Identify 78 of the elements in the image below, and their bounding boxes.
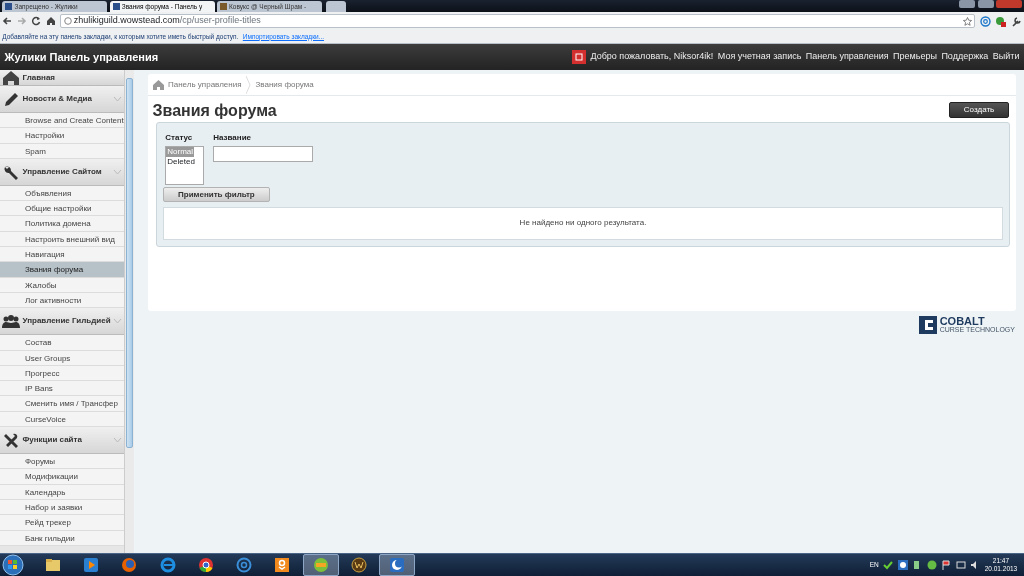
name-label: Название: [213, 131, 252, 144]
tools-icon: [2, 432, 21, 449]
chevron-icon: [112, 318, 122, 325]
wrench-icon: [2, 163, 21, 180]
avatar-icon: [571, 50, 586, 64]
pencil-icon: [2, 91, 21, 107]
sidebar-section-header[interactable]: Главная: [0, 70, 124, 86]
reload-icon[interactable]: [31, 16, 42, 26]
sidebar-item[interactable]: Модификации: [0, 469, 124, 485]
breadcrumb-link[interactable]: Звания форума: [255, 78, 314, 91]
sidebar-item[interactable]: Общие настройки: [0, 201, 124, 217]
wrench-icon[interactable]: [1010, 15, 1022, 27]
create-button[interactable]: Создать: [948, 102, 1010, 119]
sidebar-item[interactable]: IP Bans: [0, 381, 124, 397]
page-title: Звания форума: [152, 100, 277, 120]
tab-favicon-icon: [219, 3, 227, 10]
breadcrumb-separator-icon: [246, 75, 251, 94]
play-icon: [83, 557, 99, 573]
welcome-text: Добро пожаловать, Niksor4ik!: [590, 50, 714, 64]
sidebar-item[interactable]: Политика домена: [0, 216, 124, 232]
chrome-icon: [197, 557, 214, 573]
w-emblem-icon: [350, 557, 367, 573]
header-link[interactable]: Поддержка: [941, 50, 989, 64]
sidebar-item[interactable]: Browse and Create Content: [0, 113, 124, 129]
extension-icon[interactable]: [995, 15, 1007, 27]
sidebar-item[interactable]: Состав: [0, 335, 124, 351]
sidebar-item[interactable]: Рейд трекер: [0, 515, 124, 531]
house-icon: [2, 70, 21, 86]
flag-icon[interactable]: [941, 560, 952, 570]
at-sign-icon: [236, 557, 252, 573]
site-title: Жулики Панель управления: [4, 49, 159, 65]
close-button[interactable]: [995, 0, 1022, 8]
empty-message: Не найдено ни одного результата.: [519, 217, 647, 230]
breadcrumb-link[interactable]: Панель управления: [168, 78, 242, 91]
network-icon[interactable]: [955, 560, 966, 570]
star-icon[interactable]: [963, 16, 972, 26]
chevron-icon: [112, 168, 122, 175]
address-bar[interactable]: zhulikiguild.wowstead.com/cp/user-profile-titles: [60, 14, 976, 28]
sidebar-item[interactable]: Звания форума: [0, 262, 124, 278]
badge-icon[interactable]: [926, 560, 937, 570]
header-link[interactable]: Моя учетная запись: [717, 50, 802, 64]
new-tab-button[interactable]: [326, 1, 347, 12]
sidebar-item[interactable]: Сменить имя / Трансфер: [0, 396, 124, 412]
scrollbar[interactable]: [124, 70, 134, 553]
minimize-button[interactable]: [959, 0, 976, 8]
status-label: Статус: [165, 131, 194, 144]
letter-e-icon: [159, 557, 176, 573]
globe-icon: [63, 17, 72, 25]
at-sign-icon[interactable]: [979, 15, 991, 27]
header-link[interactable]: Панель управления: [805, 50, 889, 64]
sidebar-section-header[interactable]: Функции сайта: [0, 427, 124, 455]
back-icon[interactable]: [2, 16, 13, 26]
sidebar-item[interactable]: Настройки: [0, 128, 124, 144]
name-field[interactable]: [213, 146, 314, 163]
ok-icon: [274, 557, 291, 573]
sidebar-section-header[interactable]: Управление Гильдией: [0, 308, 124, 336]
house-icon[interactable]: [152, 79, 164, 90]
status-listbox[interactable]: Normal Deleted: [165, 146, 205, 186]
header-link[interactable]: Выйти: [992, 50, 1020, 64]
tab-favicon-icon: [5, 3, 13, 10]
people-icon: [2, 313, 21, 330]
start-button-icon[interactable]: [2, 554, 25, 576]
game-icon: [312, 557, 329, 573]
taskbar-app-button[interactable]: [379, 554, 415, 576]
sidebar-section-header[interactable]: Управление Сайтом: [0, 158, 124, 186]
sidebar-item[interactable]: Навигация: [0, 247, 124, 263]
taskbar-app-button[interactable]: [302, 554, 339, 576]
chevron-icon: [112, 437, 122, 444]
home-icon[interactable]: [45, 16, 56, 26]
tab-favicon-icon: [112, 3, 120, 10]
folder-icon: [44, 557, 61, 573]
header-link[interactable]: Премьеры: [893, 50, 937, 64]
maximize-button[interactable]: [977, 0, 994, 8]
sidebar-item[interactable]: Форумы: [0, 454, 124, 470]
apply-filter-button[interactable]: Применить фильтр: [163, 187, 270, 203]
chevron-icon: [112, 96, 122, 102]
check-icon[interactable]: [883, 560, 894, 570]
sidebar-section-header[interactable]: Новости & Медиа: [0, 86, 124, 113]
